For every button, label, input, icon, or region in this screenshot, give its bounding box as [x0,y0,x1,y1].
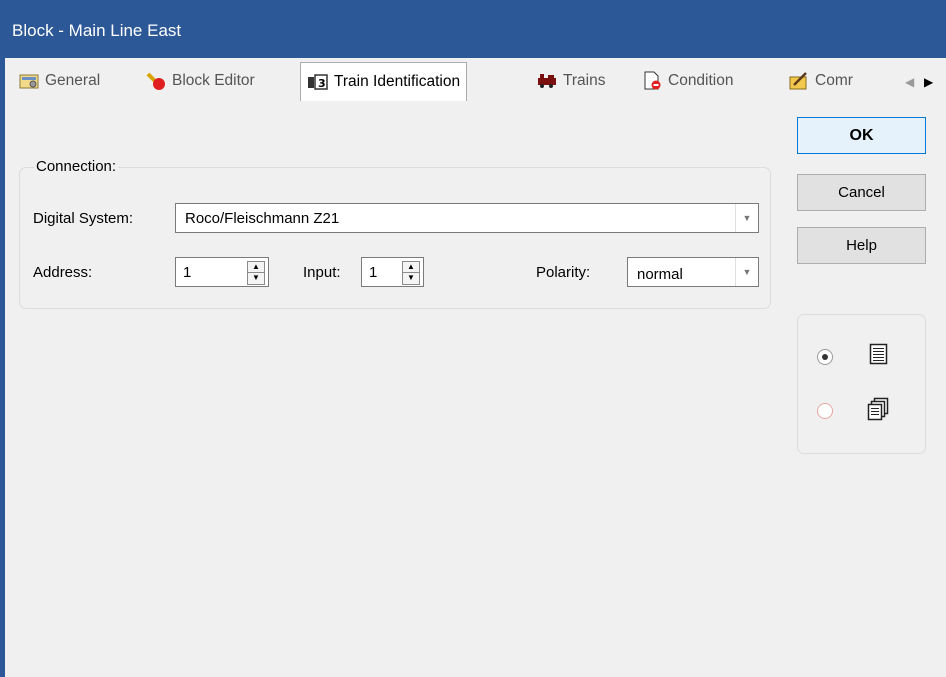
trains-icon [536,71,558,91]
connection-legend: Connection: [34,158,119,175]
input-spin-buttons[interactable]: ▲ ▼ [402,261,420,285]
spin-down-icon[interactable]: ▼ [403,273,419,283]
digital-system-combobox[interactable]: Roco/Fleischmann Z21 ▼ [175,203,759,233]
tab-train-identification[interactable]: 3 Train Identification [300,62,468,101]
polarity-combobox[interactable]: normal ▼ [627,257,759,287]
tab-label: General [45,72,101,89]
tab-trains[interactable]: Trains [536,66,606,96]
polarity-label: Polarity: [536,264,591,281]
tab-label: Train Identification [334,73,461,90]
chevron-down-icon[interactable]: ▼ [735,258,758,286]
tab-page-train-identification: Connection: Digital System: Roco/Fleisch… [5,104,785,677]
help-button[interactable]: Help [797,227,926,264]
view-mode-radio-single[interactable] [817,349,833,365]
spin-up-icon[interactable]: ▲ [248,262,264,273]
view-mode-groupbox [797,314,926,454]
tab-label: Condition [668,72,734,89]
tab-label: Block Editor [172,72,255,89]
address-value: 1 [183,264,192,281]
tab-condition[interactable]: Condition [641,66,734,96]
window-title: Block - Main Line East [12,21,182,40]
address-label: Address: [33,264,93,281]
chevron-down-icon[interactable]: ▼ [735,204,758,232]
polarity-value: normal [637,266,683,283]
train-identification-icon: 3 [307,72,329,92]
tab-label: Comr [815,72,853,89]
tab-scroll-left-icon[interactable]: ◀ [905,75,914,89]
ok-button[interactable]: OK [797,117,926,154]
single-page-view-icon [869,343,889,369]
address-spin-buttons[interactable]: ▲ ▼ [247,261,265,285]
multi-page-view-icon [867,397,889,425]
view-mode-radio-multi[interactable] [817,403,833,419]
cancel-button[interactable]: Cancel [797,174,926,211]
tab-scroll-right-icon[interactable]: ▶ [924,75,933,89]
title-bar: Block - Main Line East [0,0,946,58]
input-stepper[interactable]: 1 ▲ ▼ [361,257,424,287]
digital-system-value: Roco/Fleischmann Z21 [185,210,340,227]
spin-down-icon[interactable]: ▼ [248,273,264,283]
svg-text:3: 3 [318,77,326,90]
general-settings-icon [18,71,40,91]
input-label: Input: [303,264,341,281]
tab-block-editor[interactable]: Block Editor [145,66,255,96]
spin-up-icon[interactable]: ▲ [403,262,419,273]
tab-general[interactable]: General [18,66,100,96]
tab-label: Trains [563,72,606,89]
address-stepper[interactable]: 1 ▲ ▼ [175,257,269,287]
digital-system-label: Digital System: [33,210,134,227]
tab-strip: General Block Editor 3 Train Identificat… [5,58,946,104]
tab-commands[interactable]: Comr [788,66,853,96]
condition-icon [641,71,663,91]
commands-icon [788,71,810,91]
connection-groupbox: Connection: Digital System: Roco/Fleisch… [19,158,771,309]
block-editor-icon [145,71,167,91]
input-value: 1 [369,264,378,281]
